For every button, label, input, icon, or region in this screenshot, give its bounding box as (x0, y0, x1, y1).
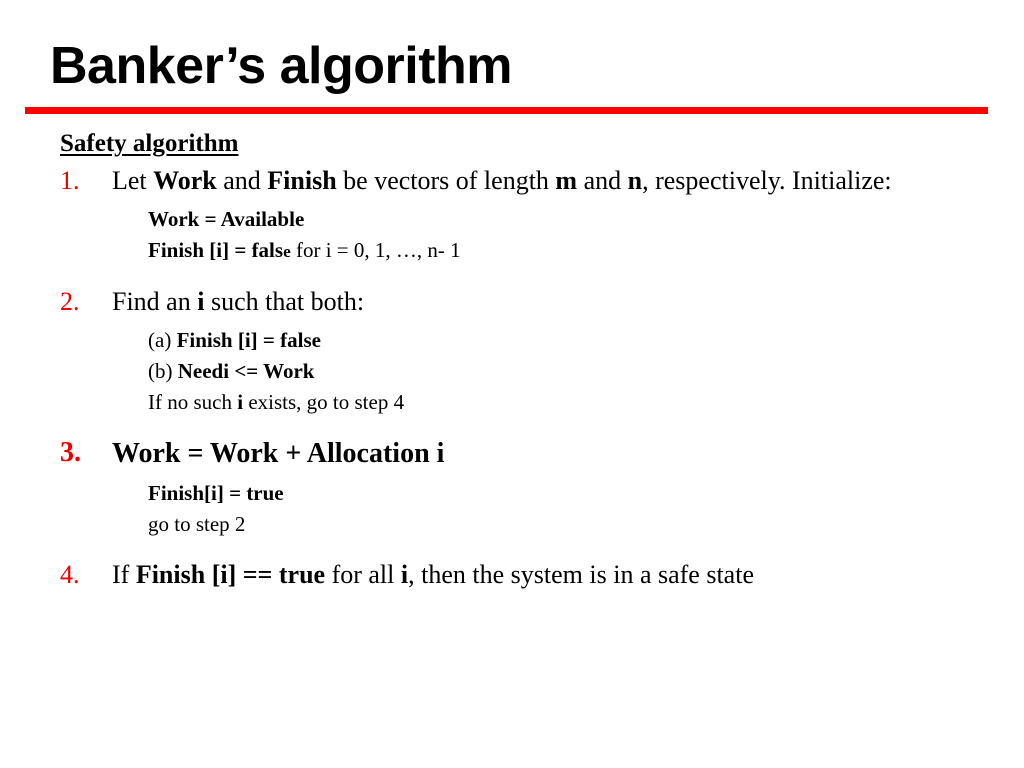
slide-body: Safety algorithm 1. Let Work and Finish b… (0, 128, 1024, 592)
text-run: and (216, 166, 268, 195)
algorithm-step: 3. Work = Work + Allocation i Finish[i] = … (0, 436, 1024, 540)
step-number: 3. (60, 437, 81, 468)
text-run: (b) (148, 359, 178, 383)
text-run-bold: n (627, 166, 643, 195)
text-run-bold: Finish [i] == true (135, 560, 326, 589)
text-run-small-bold: e (283, 242, 291, 261)
text-run-bold: Finish[i] = true (148, 481, 284, 505)
text-run-bold: Finish (267, 166, 337, 195)
step-subline: Finish [i] = false for i = 0, 1, …, n- 1 (148, 235, 958, 267)
page-title: Banker’s algorithm (50, 37, 513, 95)
text-run-bold: m (555, 166, 578, 195)
text-run: , respectively. Initialize: (642, 166, 892, 195)
step-text: Work = Work + Allocation i (112, 436, 958, 472)
step-subline: If no such i exists, go to step 4 (148, 387, 958, 418)
text-run-bold: Work = Work + Allocation i (112, 438, 445, 469)
step-number: 1. (60, 166, 80, 195)
step-subline: Work = Available (148, 204, 958, 235)
step-subline: go to step 2 (148, 509, 958, 540)
step-sublist: Finish[i] = true go to step 2 (112, 478, 958, 540)
text-run: and (577, 166, 628, 195)
text-run: (a) (148, 328, 177, 352)
step-sublist: Work = Available Finish [i] = false for i… (112, 204, 958, 267)
step-sublist: (a) Finish [i] = false (b) Needi <= Work I… (112, 325, 958, 418)
text-run-bold: Work = Available (148, 207, 305, 231)
text-run: such that both: (204, 287, 365, 316)
title-divider (25, 107, 988, 114)
step-subline: Finish[i] = true (148, 478, 958, 509)
algorithm-step-list: 1. Let Work and Finish be vectors of leng… (0, 164, 1024, 592)
text-run: exists, go to step 4 (243, 390, 405, 414)
algorithm-step: 2. Find an i such that both: (a) Finish [i… (0, 285, 1024, 418)
text-run-bold: Finish [i] = fals (148, 238, 284, 262)
text-run: for i = 0, 1, …, n- 1 (290, 238, 461, 262)
text-run: be vectors of length (336, 166, 556, 195)
slide: Banker’s algorithm Safety algorithm 1. Le… (0, 0, 1024, 768)
text-run: Find an (112, 287, 198, 316)
text-run-bold: Finish [i] = false (176, 328, 321, 352)
algorithm-step: 1. Let Work and Finish be vectors of leng… (0, 164, 1024, 267)
subhead-wrapper: Safety algorithm (0, 128, 1024, 164)
text-run: If no such (148, 390, 238, 414)
text-run-bold: Needi <= Work (177, 359, 315, 383)
step-text: Let Work and Finish be vectors of length… (112, 164, 958, 198)
step-text: Find an i such that both: (112, 285, 958, 319)
text-run: , then the system is in a safe state (408, 560, 754, 589)
text-run: go to step 2 (148, 512, 246, 536)
text-run: If (112, 560, 136, 589)
step-subline: (b) Needi <= Work (148, 356, 958, 387)
text-run: for all (325, 560, 401, 589)
algorithm-step: 4. If Finish [i] == true for all i, then … (0, 558, 1024, 592)
step-number: 4. (60, 560, 80, 589)
text-run: Let (112, 166, 154, 195)
text-run-bold: Work (153, 166, 217, 195)
step-number: 2. (60, 287, 80, 316)
step-text: If Finish [i] == true for all i, then th… (112, 558, 958, 592)
step-subline: (a) Finish [i] = false (148, 325, 958, 356)
section-subheading: Safety algorithm (60, 130, 239, 157)
